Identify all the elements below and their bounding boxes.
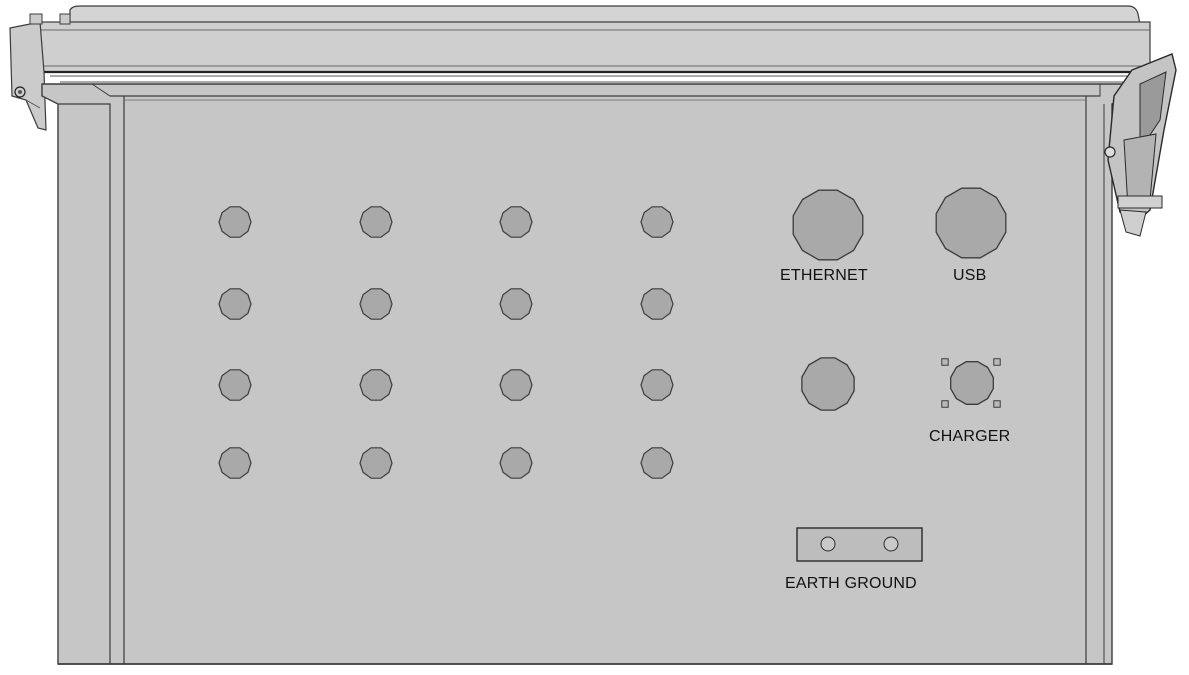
charger-mount-hole xyxy=(993,358,1001,366)
ground-hole xyxy=(883,536,899,552)
connector-port xyxy=(499,206,533,238)
ethernet-label: ETHERNET xyxy=(780,267,868,284)
usb-label: USB xyxy=(953,267,987,284)
lid-top-rim xyxy=(69,5,1141,25)
connector-port xyxy=(640,288,674,320)
connector-port xyxy=(640,206,674,238)
connector-port xyxy=(359,206,393,238)
connector-port xyxy=(359,288,393,320)
connector-port xyxy=(640,369,674,401)
connector-port xyxy=(640,447,674,479)
enclosure-lid xyxy=(39,5,1151,83)
connector-port xyxy=(218,447,252,479)
unlabeled-port xyxy=(801,357,855,411)
earth-ground-label: EARTH GROUND xyxy=(785,575,917,592)
connector-port xyxy=(359,447,393,479)
ethernet-port xyxy=(792,189,864,261)
connector-port xyxy=(359,369,393,401)
charger-mount-hole xyxy=(941,400,949,408)
charger-mount-hole xyxy=(993,400,1001,408)
connector-port xyxy=(218,288,252,320)
earth-ground-bar xyxy=(796,527,923,562)
charger-port xyxy=(950,361,994,405)
enclosure-diagram: ETHERNET USB CHARGER EARTH GROUND xyxy=(0,0,1189,670)
connector-port xyxy=(499,369,533,401)
ground-hole xyxy=(820,536,836,552)
usb-port xyxy=(935,187,1007,259)
charger-mount-hole xyxy=(941,358,949,366)
connector-port xyxy=(499,288,533,320)
enclosure-drawing xyxy=(9,5,1177,665)
right-latch xyxy=(1104,53,1177,237)
connector-port xyxy=(218,206,252,238)
charger-label: CHARGER xyxy=(929,428,1011,445)
connector-port xyxy=(499,447,533,479)
connector-port xyxy=(218,369,252,401)
